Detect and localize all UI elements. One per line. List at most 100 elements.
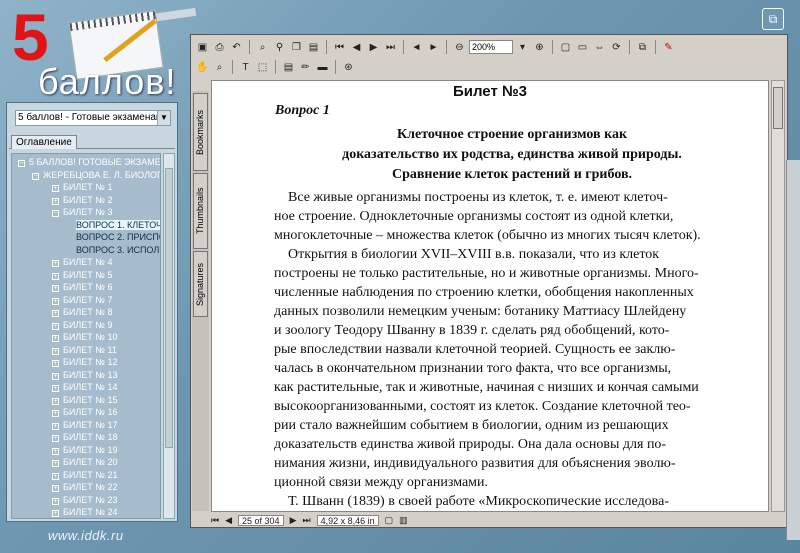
first-page-icon[interactable]: ⏮ bbox=[332, 40, 347, 55]
tab-contents[interactable]: Оглавление bbox=[11, 135, 77, 149]
stamp-tool-icon[interactable]: ⊛ bbox=[341, 60, 356, 75]
navigation-pane-icon[interactable]: ▤ bbox=[306, 40, 321, 55]
tree-item[interactable]: + БИЛЕТ № 5 bbox=[52, 270, 112, 280]
expand-icon[interactable]: + bbox=[52, 360, 59, 367]
collapse-icon[interactable]: − bbox=[18, 160, 25, 167]
tree-item[interactable]: + БИЛЕТ № 24 bbox=[52, 507, 117, 517]
graphics-select-icon[interactable]: ⬚ bbox=[255, 60, 270, 75]
chevron-down-icon[interactable]: ▼ bbox=[157, 111, 170, 125]
expand-icon[interactable]: + bbox=[52, 485, 59, 492]
expand-icon[interactable]: + bbox=[52, 372, 59, 380]
actual-size-icon[interactable]: ▢ bbox=[558, 40, 573, 55]
tree-scroll-thumb[interactable] bbox=[165, 168, 173, 448]
tree-item[interactable]: + БИЛЕТ № 18 bbox=[52, 432, 117, 442]
tree-item[interactable]: + БИЛЕТ № 17 bbox=[52, 420, 117, 430]
status-last-icon[interactable]: ⏭ bbox=[303, 515, 311, 526]
expand-icon[interactable]: + bbox=[52, 335, 59, 342]
expand-icon[interactable]: + bbox=[52, 260, 59, 267]
tree-item[interactable]: + БИЛЕТ № 10 bbox=[52, 332, 117, 342]
collapse-icon[interactable]: − bbox=[32, 172, 39, 180]
forward-icon[interactable]: ► bbox=[426, 40, 441, 55]
prev-page-icon[interactable]: ◀ bbox=[349, 40, 364, 55]
status-first-icon[interactable]: ⏮ bbox=[211, 515, 219, 526]
status-prev-icon[interactable]: ◀ bbox=[225, 515, 232, 526]
back-icon[interactable]: ◄ bbox=[409, 40, 424, 55]
side-tab[interactable]: Thumbnails bbox=[193, 173, 208, 249]
last-page-icon[interactable]: ⏭ bbox=[383, 40, 398, 55]
tree-item[interactable]: + БИЛЕТ № 2 bbox=[52, 195, 112, 205]
pencil-tool-icon[interactable]: ✏ bbox=[298, 60, 313, 75]
expand-icon[interactable]: + bbox=[52, 347, 59, 355]
tree-item[interactable]: + БИЛЕТ № 8 bbox=[52, 307, 112, 317]
tree-item[interactable]: − ЖЕРЕБЦОВА Е. Л. БИОЛОГИ bbox=[32, 170, 160, 180]
expand-icon[interactable]: + bbox=[52, 397, 59, 405]
highlight-tool-icon[interactable]: ▬ bbox=[315, 60, 330, 75]
single-page-icon[interactable]: ▢ bbox=[385, 515, 394, 526]
page-indicator[interactable]: 25 of 304 bbox=[238, 515, 284, 526]
expand-icon[interactable]: + bbox=[52, 310, 59, 317]
page-scroll-thumb[interactable] bbox=[773, 87, 783, 129]
search-icon[interactable]: ⚲ bbox=[272, 40, 287, 55]
zoom-field[interactable]: 200% bbox=[469, 40, 513, 54]
continuous-icon[interactable]: ▥ bbox=[399, 515, 408, 526]
tree-item[interactable]: −5 БАЛЛОВ! ГОТОВЫЕ ЭКЗАМЕНА bbox=[18, 157, 160, 167]
acrobat-icon[interactable]: ✎ bbox=[661, 40, 676, 55]
expand-icon[interactable]: + bbox=[52, 472, 59, 480]
tree-item[interactable]: + БИЛЕТ № 4 bbox=[52, 257, 112, 267]
expand-icon[interactable]: + bbox=[52, 460, 59, 467]
expand-icon[interactable]: + bbox=[52, 285, 59, 292]
expand-icon[interactable]: + bbox=[52, 385, 59, 392]
tree-item[interactable]: + БИЛЕТ № 12 bbox=[52, 357, 117, 367]
tree-item[interactable]: + БИЛЕТ № 22 bbox=[52, 482, 117, 492]
expand-icon[interactable]: + bbox=[52, 322, 59, 330]
tree-item[interactable]: + БИЛЕТ № 19 bbox=[52, 445, 117, 455]
tree-scrollbar[interactable] bbox=[163, 153, 175, 519]
tree-item[interactable]: ВОПРОС 1. КЛЕТОЧНО bbox=[76, 219, 160, 230]
book-select[interactable]: 5 баллов! - Готовые экзаменацион ▼ bbox=[15, 110, 171, 126]
tree-item[interactable]: + БИЛЕТ № 23 bbox=[52, 495, 117, 505]
tree-item[interactable]: + БИЛЕТ № 16 bbox=[52, 407, 117, 417]
print-icon[interactable]: ⎙ bbox=[212, 40, 227, 55]
next-page-icon[interactable]: ▶ bbox=[366, 40, 381, 55]
side-tab[interactable]: Bookmarks bbox=[193, 93, 208, 171]
save-icon[interactable]: ▣ bbox=[195, 40, 210, 55]
note-tool-icon[interactable]: ▤ bbox=[281, 60, 296, 75]
tree-item[interactable]: + БИЛЕТ № 11 bbox=[52, 345, 117, 355]
tree-item[interactable]: + БИЛЕТ № 21 bbox=[52, 470, 117, 480]
find-icon[interactable]: ⌕ bbox=[255, 40, 270, 55]
tree-item[interactable]: + БИЛЕТ № 20 bbox=[52, 457, 117, 467]
rotate-icon[interactable]: ⟳ bbox=[609, 40, 624, 55]
undo-icon[interactable]: ↶ bbox=[229, 40, 244, 55]
tree-item[interactable]: − БИЛЕТ № 3 bbox=[52, 207, 112, 217]
fit-width-icon[interactable]: ⇔ bbox=[592, 40, 607, 55]
hand-tool-icon[interactable]: ✋ bbox=[195, 60, 210, 75]
tree-item[interactable]: ВОПРОС 2. ПРИСПОСО bbox=[76, 232, 160, 242]
tree-item[interactable]: + БИЛЕТ № 1 bbox=[52, 182, 112, 192]
expand-icon[interactable]: + bbox=[52, 410, 59, 417]
zoom-out-icon[interactable]: ⊖ bbox=[452, 40, 467, 55]
tree-item[interactable]: + БИЛЕТ № 6 bbox=[52, 282, 112, 292]
expand-icon[interactable]: + bbox=[52, 435, 59, 442]
expand-icon[interactable]: + bbox=[52, 197, 59, 205]
tree-item[interactable]: + БИЛЕТ № 9 bbox=[52, 320, 112, 330]
page-scrollbar[interactable] bbox=[771, 80, 785, 512]
tree-item[interactable]: + БИЛЕТ № 15 bbox=[52, 395, 117, 405]
tree-item[interactable]: + БИЛЕТ № 7 bbox=[52, 295, 112, 305]
status-next-icon[interactable]: ▶ bbox=[290, 515, 297, 526]
expand-icon[interactable]: + bbox=[52, 272, 59, 280]
expand-icon[interactable]: + bbox=[52, 447, 59, 455]
expand-icon[interactable]: + bbox=[52, 185, 59, 192]
expand-icon[interactable]: + bbox=[52, 510, 59, 517]
expand-icon[interactable]: + bbox=[52, 497, 59, 505]
fit-page-icon[interactable]: ▭ bbox=[575, 40, 590, 55]
tree-item[interactable]: + БИЛЕТ № 13 bbox=[52, 370, 117, 380]
copy-icon[interactable]: ❐ bbox=[289, 40, 304, 55]
tree-item[interactable]: ВОПРОС 3. ИСПОЛЬЗО bbox=[76, 245, 160, 255]
collapse-icon[interactable]: − bbox=[52, 210, 59, 217]
side-tab[interactable]: Signatures bbox=[193, 251, 208, 317]
app-menu-button[interactable]: ⧉ bbox=[762, 8, 784, 30]
text-select-icon[interactable]: T bbox=[238, 60, 253, 75]
tree-item[interactable]: + БИЛЕТ № 14 bbox=[52, 382, 117, 392]
page-layout-icon[interactable]: ⧉ bbox=[635, 40, 650, 55]
expand-icon[interactable]: + bbox=[52, 422, 59, 430]
